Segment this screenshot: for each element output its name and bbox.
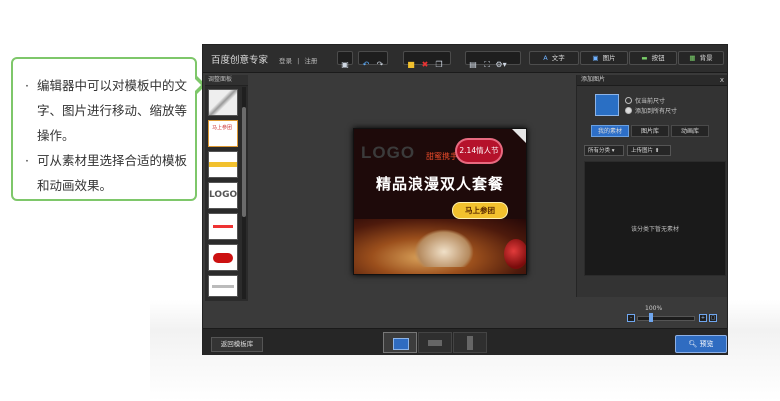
headline-text[interactable]: 精品浪漫双人套餐 [354,173,526,194]
scroll-thumb[interactable] [242,107,246,217]
thumbnail-item[interactable]: LOGO [208,182,238,209]
tab-animation-library[interactable]: 动画库 [671,125,709,137]
dessert-image [414,229,474,267]
delete-icon[interactable]: ✖ [418,59,432,71]
editor-window: 百度创意专家 登录 | 注册 ▣ ↶ ↷ ■ ✖ ❐ ▤ ⛶ ⚙▾ A 文字 ▣ 图片 ▬ 按钮… [202,44,728,355]
background-icon: ▦ [689,54,696,62]
size-option-banner[interactable] [418,332,452,353]
undo-icon[interactable]: ↶ [359,59,373,71]
thumbnail-item[interactable] [208,244,238,271]
bottom-bar: 返回模板库 🔍︎ 预览 [203,328,727,355]
save-icon: ▣ [341,60,349,69]
tab-image-library[interactable]: 图片库 [631,125,669,137]
zoom-value: 100% [645,305,663,312]
fit-screen-icon[interactable]: ▢ [709,314,717,322]
align-icon[interactable]: ▤ [466,59,480,71]
thumbnail-item[interactable] [208,151,238,178]
image-icon: ▣ [592,54,599,62]
app-title: 百度创意专家 [211,55,269,66]
redo-icon[interactable]: ↷ [373,59,387,71]
panel-header: 添加图片 x [577,75,727,86]
back-to-templates-button[interactable]: 返回模板库 [211,337,263,352]
button-icon: ▬ [641,54,648,62]
panel-title: 添加图片 [581,76,606,83]
zoom-slider[interactable] [637,316,695,321]
close-icon[interactable]: x [720,75,724,85]
page-curl [512,129,526,143]
size-option-vertical[interactable] [453,332,487,353]
radio-current-size[interactable]: 仅当前尺寸 [625,96,665,105]
register-link[interactable]: 注册 [304,57,317,65]
thumbnail-item[interactable] [208,213,238,240]
template-thumbnail-panel: 调整面板 马上参团 LOGO [205,75,248,301]
empty-message: 该分类下暂无素材 [630,226,679,233]
add-image-button[interactable]: ▣ 图片 [580,51,628,65]
text-icon: A [543,54,548,62]
ad-canvas[interactable]: LOGO 甜蜜携手 2.14情人节 精品浪漫双人套餐 马上参团 [353,128,527,275]
search-icon: 🔍︎ [688,340,698,348]
thumbnail-item[interactable]: 马上参团 [208,120,238,147]
rose-image [504,239,526,269]
link-separator: | [297,57,300,65]
upload-image-button[interactable]: 上传图片 ⬆ [627,145,671,156]
valentine-badge[interactable]: 2.14情人节 [457,140,501,162]
add-text-button[interactable]: A 文字 [529,51,579,65]
copy-icon[interactable]: ❐ [432,59,446,71]
undo-redo-group: ↶ ↷ [358,51,388,69]
thumbnail-scrollbar[interactable] [242,87,246,299]
handwritten-text[interactable]: 甜蜜携手 [426,151,458,162]
radio-all-sizes[interactable]: 添加到所有尺寸 [625,106,677,115]
add-image-panel: 添加图片 x 仅当前尺寸 添加到所有尺寸 我的素材 图片库 动画库 所有分类 ▾… [576,75,727,297]
add-background-button[interactable]: ▦ 背景 [678,51,724,65]
tip-bullet-2: 可从素材里选择合适的模板和动画效果。 [25,148,187,198]
edit-tools-group: ■ ✖ ❐ [403,51,451,69]
fit-icon[interactable]: ⛶ [480,59,494,71]
thumbnail-item[interactable] [208,275,238,297]
preview-button[interactable]: 🔍︎ 预览 [675,335,727,353]
size-icon [595,94,619,116]
tip-bullet-1: 编辑器中可以对模板中的文字、图片进行移动、缩放等操作。 [25,73,187,148]
left-panel-title: 调整面板 [205,75,248,86]
cta-button[interactable]: 马上参团 [452,202,508,219]
square-size-icon [393,338,409,350]
login-link[interactable]: 登录 [279,57,292,65]
add-button-button[interactable]: ▬ 按钮 [629,51,677,65]
size-option-square[interactable] [383,332,417,353]
banner-size-icon [428,340,442,346]
category-select[interactable]: 所有分类 ▾ [584,145,624,156]
upload-icon: ⬆ [654,148,660,154]
vertical-size-icon [467,336,473,350]
lock-icon[interactable]: ■ [404,59,418,71]
thumbnail-item[interactable] [208,89,238,116]
settings-icon[interactable]: ⚙▾ [494,59,508,71]
asset-list: 该分类下暂无素材 [584,161,726,276]
login-links: 登录 | 注册 [279,55,317,65]
save-button[interactable]: ▣ [337,51,353,69]
tab-my-assets[interactable]: 我的素材 [591,125,629,137]
top-bar: 百度创意专家 登录 | 注册 ▣ ↶ ↷ ■ ✖ ❐ ▤ ⛶ ⚙▾ A 文字 ▣ 图片 ▬ 按钮… [203,45,727,73]
chevron-down-icon: ▾ [611,148,615,154]
zoom-slider-handle[interactable] [649,313,653,322]
logo-placeholder[interactable]: LOGO [361,143,415,163]
tip-callout: 编辑器中可以对模板中的文字、图片进行移动、缩放等操作。 可从素材里选择合适的模板… [11,57,206,201]
zoom-in-icon[interactable]: + [699,314,707,322]
zoom-out-icon[interactable]: - [627,314,635,322]
layout-tools-group: ▤ ⛶ ⚙▾ [465,51,521,69]
